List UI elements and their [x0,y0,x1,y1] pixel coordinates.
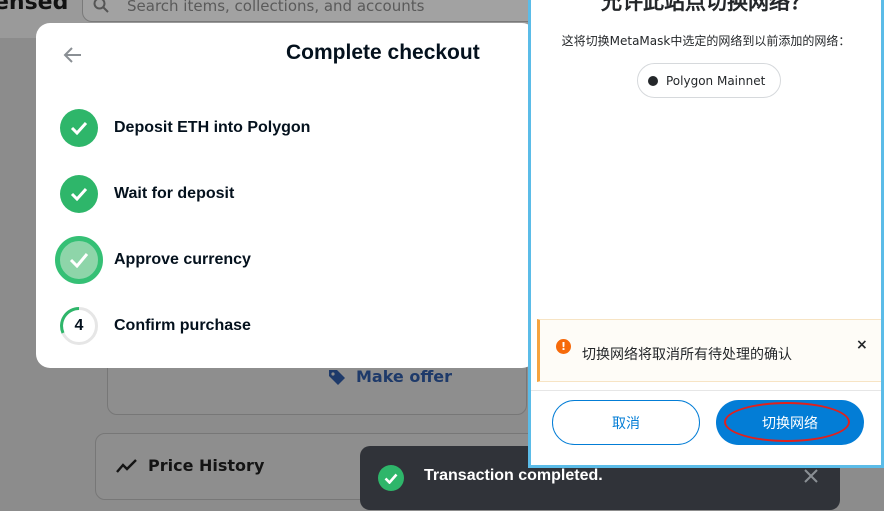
brand-logo-text: ensed [0,0,69,15]
step-wait-deposit: Wait for deposit [60,175,234,213]
step-complete-check-icon [60,109,98,147]
step-label: Approve currency [114,251,251,268]
search-bar[interactable]: Search items, collections, and accounts [82,0,562,22]
cancel-button[interactable]: 取消 [552,400,700,445]
footer-divider [531,390,881,391]
switch-network-description: 这将切换MetaMask中选定的网络到以前添加的网络： [561,34,851,48]
network-dot-icon [648,75,658,86]
step-label: Deposit ETH into Polygon [114,119,311,136]
step-active-check-icon [55,236,103,284]
step-pending-indicator: 4 [60,307,98,345]
step-label: Confirm purchase [114,317,251,334]
step-approve-currency: Approve currency [55,236,251,284]
step-label: Wait for deposit [114,185,235,202]
make-offer-label: Make offer [356,367,453,386]
make-offer-button[interactable]: Make offer [328,367,452,386]
warning-icon: ! [556,339,571,354]
search-icon [93,0,109,13]
search-placeholder: Search items, collections, and accounts [127,0,425,15]
checkout-title: Complete checkout [286,41,480,64]
checkout-modal: Complete checkout Deposit ETH into Polyg… [36,23,536,368]
step-confirm-purchase: 4 Confirm purchase [60,307,251,345]
tag-icon [329,369,345,385]
chart-line-icon [116,458,137,473]
network-name: Polygon Mainnet [666,73,766,88]
network-pill: Polygon Mainnet [637,63,781,98]
warning-close-icon[interactable]: × [856,337,868,353]
warning-banner: ! 切换网络将取消所有待处理的确认 × [537,319,881,382]
switch-network-button[interactable]: 切换网络 [716,400,864,445]
close-icon[interactable] [803,468,819,484]
switch-network-heading: 允许此站点切换网络？ [601,0,811,14]
switch-network-label: 切换网络 [762,415,818,432]
warning-text: 切换网络将取消所有待处理的确认 [582,347,792,363]
step-complete-check-icon [60,175,98,213]
price-history-header: Price History [116,456,264,475]
success-check-icon [378,465,404,491]
metamask-popup: 允许此站点切换网络？ 这将切换MetaMask中选定的网络到以前添加的网络： P… [528,0,884,468]
price-history-label: Price History [148,456,265,475]
cancel-label: 取消 [612,415,640,432]
step-number: 4 [74,317,84,334]
back-arrow-icon[interactable] [62,44,84,66]
toast-message: Transaction completed. [424,467,603,484]
step-deposit-eth: Deposit ETH into Polygon [60,109,310,147]
